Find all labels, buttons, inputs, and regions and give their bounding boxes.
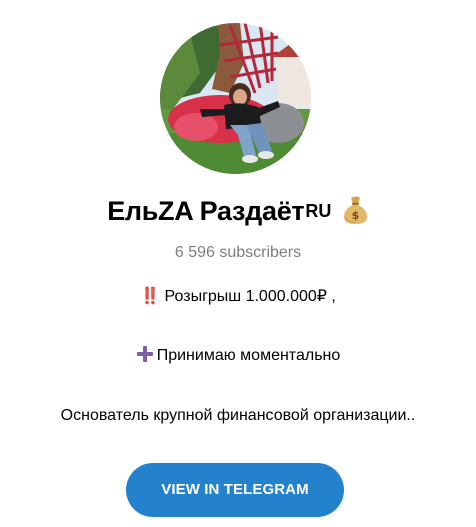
channel-preview-page: ЕльZA РаздаётRU $ 6 596 subscribers ‼️ Р… xyxy=(0,0,476,527)
description-line-2-text: Принимаю моментально xyxy=(156,347,341,364)
description-line-3: Основатель крупной финансовой организаци… xyxy=(60,407,416,424)
channel-title: ЕльZA Раздаёт xyxy=(107,196,305,226)
money-bag-icon: $ xyxy=(342,195,369,225)
avatar-photo xyxy=(160,23,311,174)
heavy-plus-icon xyxy=(136,345,154,363)
svg-text:$: $ xyxy=(351,209,359,222)
description-line-2: Принимаю моментально xyxy=(0,345,476,365)
description-line-1: ‼️ Розыгрыш 1.000.000₽ , xyxy=(140,288,336,305)
view-in-telegram-button[interactable]: VIEW IN TELEGRAM xyxy=(126,463,344,517)
channel-avatar xyxy=(160,23,311,174)
subscriber-count: 6 596 subscribers xyxy=(174,244,302,261)
channel-title-row: ЕльZA РаздаётRU $ xyxy=(0,196,476,227)
channel-title-suffix: RU xyxy=(305,201,332,221)
